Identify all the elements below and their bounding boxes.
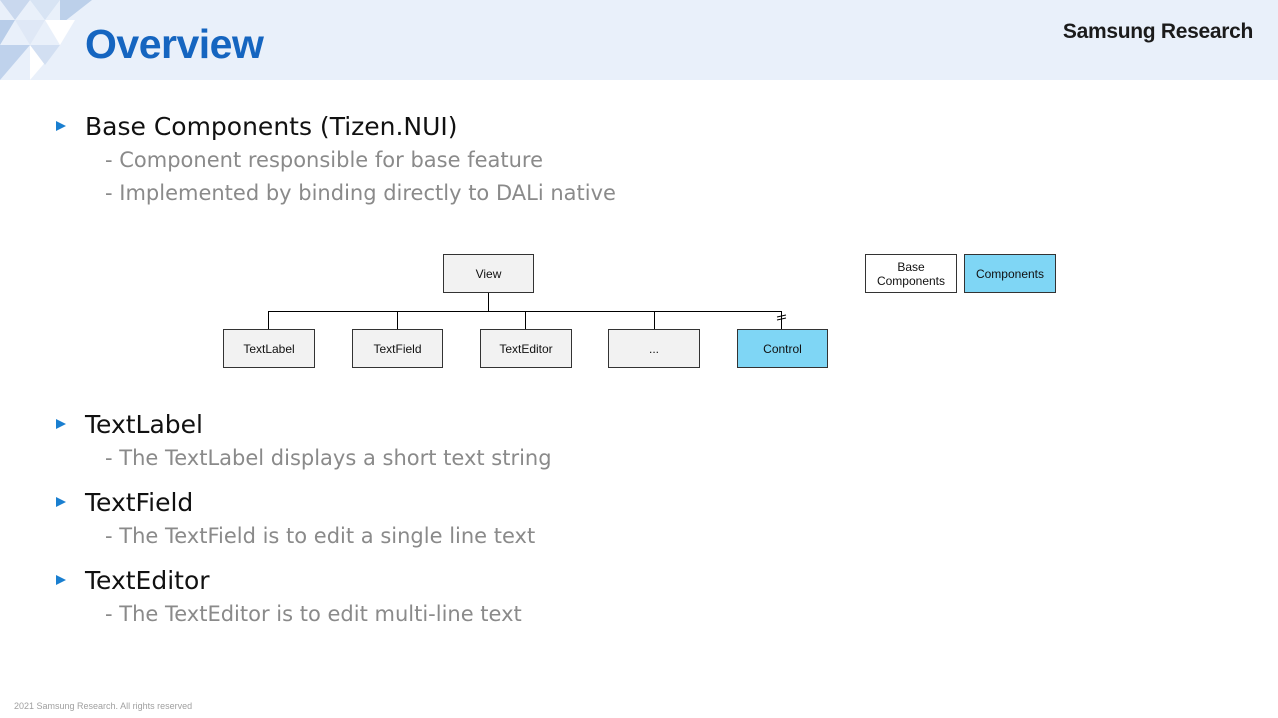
diagram-node-view: View (443, 254, 534, 293)
line-break-mark-icon (776, 314, 787, 321)
connector-line (397, 311, 398, 329)
connector-line (654, 311, 655, 329)
bullet-arrow-icon (56, 419, 66, 429)
section-detail: - Component responsible for base feature (105, 148, 544, 172)
brand-logo-text: Samsung Research (1062, 20, 1253, 43)
copyright-footer: 2021 Samsung Research. All rights reserv… (14, 701, 193, 711)
diagram-node-texteditor: TextEditor (480, 329, 572, 368)
section-heading: TextField (85, 488, 194, 517)
section-detail: - The TextEditor is to edit multi-line t… (105, 602, 522, 626)
diagram-node-textlabel: TextLabel (223, 329, 315, 368)
bullet-arrow-icon (56, 575, 66, 585)
bullet-arrow-icon (56, 121, 66, 131)
section-detail: - Implemented by binding directly to DAL… (105, 181, 616, 205)
section-detail: - The TextField is to edit a single line… (105, 524, 536, 548)
legend-base-components: Base Components (865, 254, 957, 293)
connector-line (525, 311, 526, 329)
section-heading: TextLabel (85, 410, 204, 439)
section-heading: Base Components (Tizen.NUI) (85, 112, 458, 141)
slide-title: Overview (85, 21, 264, 67)
bullet-arrow-icon (56, 497, 66, 507)
diagram-node-ellipsis: ... (608, 329, 700, 368)
triangle-pattern-decoration (0, 0, 92, 80)
slide-header: Overview Samsung Research (0, 0, 1278, 80)
connector-line (488, 293, 489, 312)
legend-components: Components (964, 254, 1056, 293)
diagram-node-textfield: TextField (352, 329, 443, 368)
diagram-node-control: Control (737, 329, 828, 368)
connector-line (268, 311, 269, 329)
section-detail: - The TextLabel displays a short text st… (105, 446, 552, 470)
section-heading: TextEditor (85, 566, 210, 595)
